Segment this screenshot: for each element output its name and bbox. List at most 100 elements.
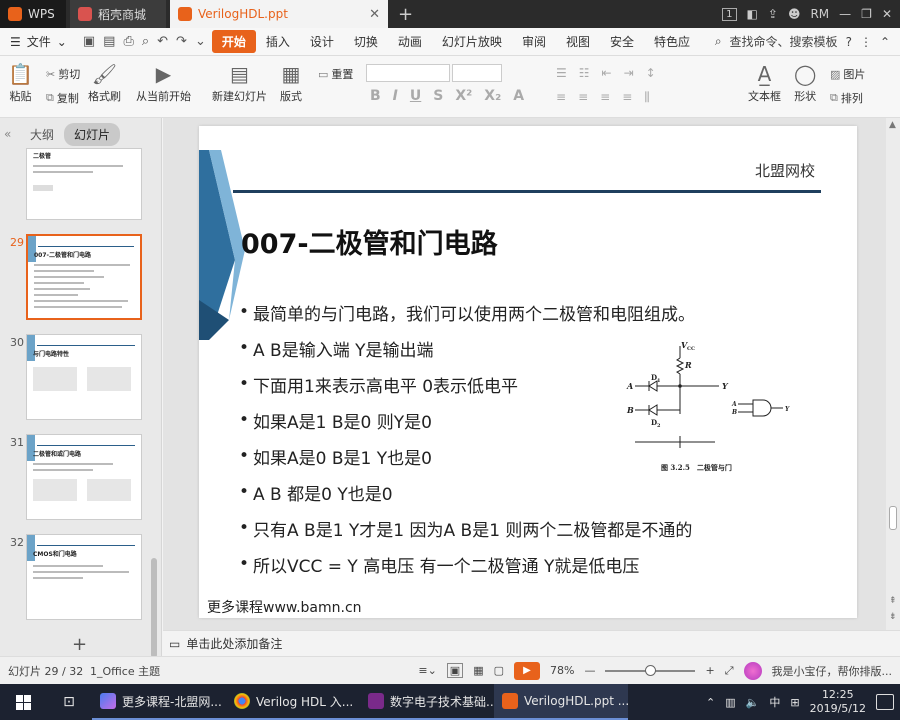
shape-button[interactable]: ◯ 形状 [794, 62, 816, 104]
strikethrough-icon[interactable]: S [433, 88, 443, 104]
text-color-icon[interactable]: A [513, 88, 524, 104]
maximize-icon[interactable]: ❐ [861, 7, 872, 21]
cut-button[interactable]: ✂ 剪切 [46, 66, 80, 82]
add-slide-icon[interactable]: + [72, 634, 87, 655]
bullet-list-icon[interactable]: ☰ [556, 66, 567, 80]
align-right-icon[interactable]: ≡ [600, 90, 610, 105]
taskbar-item[interactable]: 更多课程-北盟网... [92, 684, 226, 720]
tab-wps[interactable]: WPS [0, 0, 66, 28]
search-icon[interactable]: ⌕ [715, 34, 722, 49]
textbox-button[interactable]: A̲ 文本框 [748, 62, 781, 104]
play-slideshow-button[interactable]: ▶ [514, 661, 541, 680]
collapse-pane-icon[interactable]: « [4, 127, 20, 141]
columns-icon[interactable]: ⫼ [644, 90, 650, 105]
notes-toggle-icon[interactable]: ≡⌄ [418, 664, 436, 677]
menu-security[interactable]: 安全 [600, 33, 644, 50]
command-search[interactable]: 查找命令、搜索模板 [730, 33, 838, 50]
undo-icon[interactable]: ↶ [157, 34, 168, 49]
taskbar-item[interactable]: 数字电子技术基础... [360, 684, 494, 720]
menu-animation[interactable]: 动画 [388, 33, 432, 50]
user-avatar-icon[interactable]: ☻ [788, 7, 801, 21]
input-mode-icon[interactable]: ⊞ [790, 696, 799, 709]
indent-decrease-icon[interactable]: ⇤ [602, 66, 612, 80]
tab-document[interactable]: VerilogHDL.ppt ✕ [170, 0, 388, 28]
layout-button[interactable]: ▦ 版式 [280, 62, 302, 104]
menu-insert[interactable]: 插入 [256, 33, 300, 50]
new-tab-icon[interactable]: + [398, 4, 413, 25]
line-spacing-icon[interactable]: ↕ [646, 66, 656, 80]
tab-slides[interactable]: 幻灯片 [64, 122, 121, 146]
file-menu[interactable]: ☰ 文件 ⌄ [0, 33, 77, 50]
print-icon[interactable]: ⎙ [123, 34, 133, 49]
slide-sorter-icon[interactable]: ▦ [473, 664, 483, 677]
scroll-up-icon[interactable]: ▲ [889, 120, 896, 130]
menu-view[interactable]: 视图 [556, 33, 600, 50]
task-view-icon[interactable]: ⊡ [46, 694, 92, 710]
start-button[interactable] [0, 694, 46, 710]
tray-chevron-icon[interactable]: ⌃ [706, 696, 715, 709]
close-window-icon[interactable]: ✕ [882, 7, 892, 21]
share-icon[interactable]: ⇪ [768, 7, 778, 21]
reading-view-icon[interactable]: ▢ [494, 664, 504, 677]
scrollbar-thumb[interactable] [889, 506, 897, 530]
menu-transition[interactable]: 切换 [344, 33, 388, 50]
menu-design[interactable]: 设计 [300, 33, 344, 50]
more-icon[interactable]: ⋮ [860, 35, 872, 49]
from-current-button[interactable]: ▶ 从当前开始 [136, 62, 191, 104]
align-left-icon[interactable]: ≡ [556, 90, 566, 105]
skin-icon[interactable]: ◧ [747, 7, 758, 21]
assistant-prompt[interactable]: 我是小宝仔，帮你排版... [772, 663, 893, 679]
superscript-icon[interactable]: X² [455, 88, 472, 104]
menu-review[interactable]: 审阅 [512, 33, 556, 50]
numbered-list-icon[interactable]: ☷ [579, 66, 590, 80]
notification-icon[interactable] [876, 694, 894, 710]
prev-slide-icon[interactable]: ⇞ [889, 596, 897, 606]
new-slide-button[interactable]: ▤ 新建幻灯片 [212, 62, 267, 104]
volume-icon[interactable]: 🔈 [746, 696, 760, 709]
arrange-button[interactable]: ⧉ 排列 [830, 90, 863, 106]
zoom-out-icon[interactable]: — [584, 664, 595, 677]
network-icon[interactable]: ▥ [725, 696, 735, 709]
ime-indicator[interactable]: 中 [769, 694, 780, 710]
format-painter-button[interactable]: 🖌 格式刷 [88, 62, 121, 104]
font-family-select[interactable] [366, 64, 450, 82]
justify-icon[interactable]: ≡ [622, 90, 632, 105]
paste-button[interactable]: 📋 粘贴 [8, 62, 33, 104]
redo-icon[interactable]: ↷ [176, 34, 187, 49]
underline-icon[interactable]: U [410, 88, 421, 104]
assistant-avatar[interactable] [743, 661, 762, 680]
taskbar-item-active[interactable]: VerilogHDL.ppt ... [494, 684, 628, 720]
close-tab-icon[interactable]: ✕ [369, 7, 380, 22]
next-slide-icon[interactable]: ⇟ [889, 612, 897, 622]
menu-start[interactable]: 开始 [211, 30, 256, 53]
menu-slideshow[interactable]: 幻灯片放映 [432, 33, 512, 50]
zoom-in-icon[interactable]: + [705, 664, 714, 677]
open-icon[interactable]: ▤ [103, 34, 115, 49]
zoom-slider-knob[interactable] [645, 664, 657, 676]
clock[interactable]: 12:25 2019/5/12 [810, 688, 866, 716]
tab-outline[interactable]: 大纲 [20, 123, 64, 146]
subscript-icon[interactable]: X₂ [484, 88, 501, 104]
collapse-ribbon-icon[interactable]: ⌃ [880, 35, 890, 49]
minimize-icon[interactable]: — [839, 7, 851, 21]
help-icon[interactable]: ? [846, 35, 852, 49]
tab-daoke[interactable]: 稻壳商城 [70, 0, 166, 28]
customize-chevron-icon[interactable]: ⌄ [195, 34, 206, 49]
slide-title[interactable]: 007-二极管和门电路 [241, 222, 498, 261]
normal-view-icon[interactable]: ▣ [446, 663, 464, 678]
zoom-level[interactable]: 78% [550, 664, 574, 677]
italic-icon[interactable]: I [393, 88, 398, 104]
zoom-slider[interactable] [605, 664, 696, 676]
thumbnail-scrollbar[interactable] [151, 558, 157, 658]
canvas-scrollbar[interactable]: ▲ ⇞ ⇟ [886, 118, 900, 630]
notes-area[interactable]: ▭ 单击此处添加备注 [163, 630, 900, 656]
align-center-icon[interactable]: ≡ [578, 90, 588, 105]
copy-button[interactable]: ⧉ 复制 [46, 90, 79, 106]
menu-features[interactable]: 特色应 [644, 33, 700, 50]
user-name[interactable]: RM [810, 7, 829, 21]
fit-window-icon[interactable]: ⤢ [725, 664, 734, 678]
indent-increase-icon[interactable]: ⇥ [624, 66, 634, 80]
font-size-select[interactable] [452, 64, 502, 82]
reset-button[interactable]: ▭ 重置 [318, 66, 353, 82]
save-icon[interactable]: ▣ [83, 34, 95, 49]
